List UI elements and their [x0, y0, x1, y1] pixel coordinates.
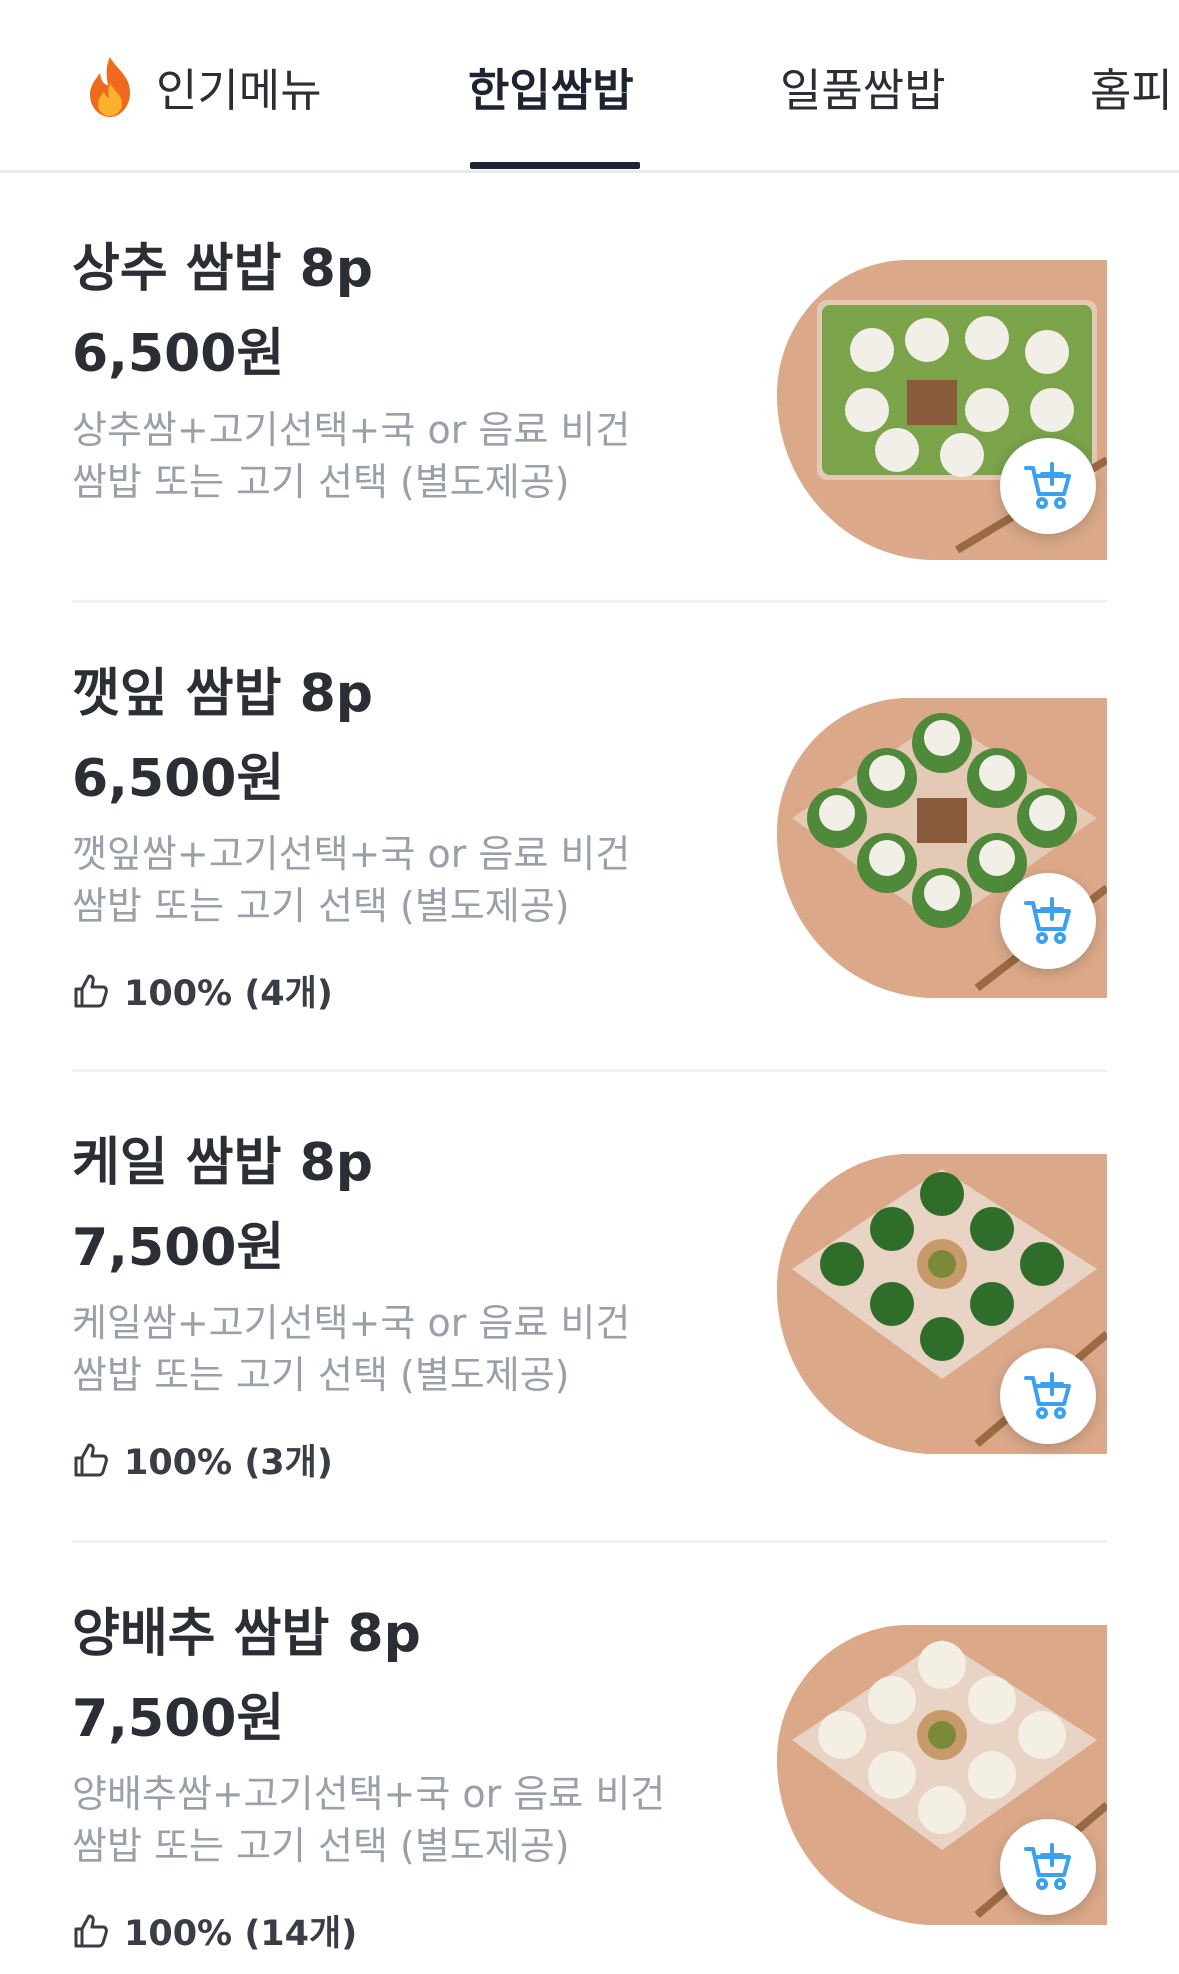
- menu-item-lettuce[interactable]: 상추 쌈밥 8p 6,500원 상추쌈+고기선택+국 or 음료 비건 쌈밥 또…: [72, 176, 1107, 596]
- item-name: 깻잎 쌈밥 8p: [72, 664, 373, 724]
- item-description-line1: 상추쌈+고기선택+국 or 음료 비건: [72, 408, 631, 452]
- menu-item-cabbage[interactable]: 양배추 쌈밥 8p 7,500원 양배추쌈+고기선택+국 or 음료 비건 쌈밥…: [72, 1543, 1107, 1973]
- rating-text: 100% (14개): [124, 1914, 358, 1954]
- item-name: 양배추 쌈밥 8p: [72, 1604, 421, 1664]
- item-price: 6,500원: [72, 749, 285, 809]
- category-tab-bar: 인기메뉴 한입쌈밥 일품쌈밥 홈피: [0, 0, 1179, 173]
- add-to-cart-icon: [1024, 1843, 1071, 1890]
- add-to-cart-button[interactable]: [1000, 873, 1096, 969]
- item-price: 7,500원: [72, 1218, 285, 1278]
- item-rating: 100% (4개): [72, 965, 333, 1016]
- item-description-line2: 쌈밥 또는 고기 선택 (별도제공): [72, 1353, 570, 1397]
- tab-hanip-label: 한입쌈밥: [468, 64, 634, 117]
- tab-popular-label: 인기메뉴: [156, 64, 322, 117]
- item-description-line2: 쌈밥 또는 고기 선택 (별도제공): [72, 884, 570, 928]
- item-description-line1: 양배추쌈+고기선택+국 or 음료 비건: [72, 1772, 666, 1816]
- fire-icon: [90, 56, 130, 117]
- menu-item-perilla[interactable]: 깻잎 쌈밥 8p 6,500원 깻잎쌈+고기선택+국 or 음료 비건 쌈밥 또…: [72, 603, 1107, 1043]
- item-description-line2: 쌈밥 또는 고기 선택 (별도제공): [72, 460, 570, 504]
- menu-item-kale[interactable]: 케일 쌈밥 8p 7,500원 케일쌈+고기선택+국 or 음료 비건 쌈밥 또…: [72, 1072, 1107, 1512]
- item-price: 7,500원: [72, 1689, 285, 1749]
- item-name: 상추 쌈밥 8p: [72, 239, 373, 299]
- item-name: 케일 쌈밥 8p: [72, 1133, 373, 1193]
- add-to-cart-button[interactable]: [1000, 1819, 1096, 1915]
- add-to-cart-icon: [1024, 462, 1071, 509]
- thumbs-up-icon: [74, 1443, 108, 1476]
- tab-ilpum-ssambap[interactable]: 일품쌈밥: [780, 0, 946, 170]
- tab-ilpum-label: 일품쌈밥: [780, 64, 946, 117]
- item-price: 6,500원: [72, 324, 285, 384]
- item-description-line1: 케일쌈+고기선택+국 or 음료 비건: [72, 1301, 631, 1345]
- active-tab-indicator: [470, 162, 640, 169]
- add-to-cart-button[interactable]: [1000, 1348, 1096, 1444]
- rating-text: 100% (3개): [124, 1443, 333, 1483]
- item-rating: 100% (14개): [72, 1905, 357, 1956]
- rating-text: 100% (4개): [124, 974, 333, 1014]
- item-description-line1: 깻잎쌈+고기선택+국 or 음료 비건: [72, 832, 631, 876]
- item-rating: 100% (3개): [72, 1434, 333, 1485]
- thumbs-up-icon: [74, 974, 108, 1007]
- tab-homepi[interactable]: 홈피: [1090, 0, 1173, 170]
- item-description-line2: 쌈밥 또는 고기 선택 (별도제공): [72, 1824, 570, 1868]
- tab-homepi-label: 홈피: [1090, 64, 1173, 117]
- tab-hanip-ssambap[interactable]: 한입쌈밥: [468, 0, 634, 170]
- thumbs-up-icon: [74, 1914, 108, 1947]
- add-to-cart-button[interactable]: [1000, 438, 1096, 534]
- tab-popular-menu[interactable]: 인기메뉴: [82, 0, 322, 170]
- add-to-cart-icon: [1024, 897, 1071, 944]
- add-to-cart-icon: [1024, 1372, 1071, 1419]
